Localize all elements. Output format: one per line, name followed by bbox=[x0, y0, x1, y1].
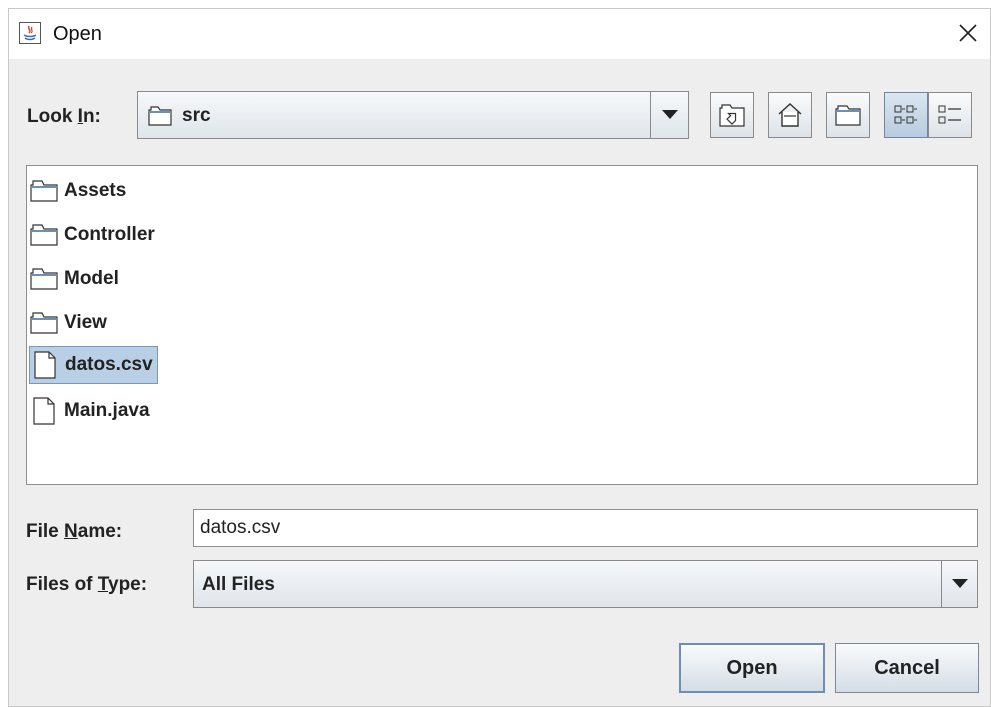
new-folder-button[interactable] bbox=[826, 92, 870, 138]
folder-icon bbox=[30, 268, 58, 290]
file-icon bbox=[33, 397, 55, 425]
look-in-combo[interactable]: src bbox=[137, 91, 689, 139]
file-type-dropdown-arrow[interactable] bbox=[941, 561, 977, 607]
file-name: View bbox=[64, 312, 107, 333]
close-icon bbox=[959, 24, 977, 42]
java-app-icon bbox=[19, 22, 41, 44]
open-dialog: Open Look In: src Assets Controller Mode… bbox=[8, 8, 991, 707]
list-view-icon bbox=[894, 105, 917, 124]
window-title: Open bbox=[53, 23, 102, 45]
file-name: Controller bbox=[64, 224, 155, 245]
look-in-dropdown-arrow[interactable] bbox=[650, 92, 688, 138]
list-item-folder[interactable]: Assets bbox=[29, 172, 130, 210]
list-item-folder[interactable]: Controller bbox=[29, 216, 159, 254]
look-in-label: Look In: bbox=[27, 106, 101, 127]
file-type-combo[interactable]: All Files bbox=[193, 560, 978, 608]
look-in-value: src bbox=[182, 105, 211, 126]
up-one-level-icon bbox=[719, 104, 745, 127]
home-icon bbox=[778, 103, 802, 127]
chevron-down-icon bbox=[661, 110, 678, 119]
new-folder-icon bbox=[835, 105, 861, 126]
file-name: Main.java bbox=[64, 400, 150, 421]
folder-icon bbox=[30, 224, 58, 246]
file-type-label: Files of Type: bbox=[26, 574, 148, 595]
list-item-folder[interactable]: Model bbox=[29, 260, 123, 298]
folder-icon bbox=[148, 106, 172, 126]
file-name: Model bbox=[64, 268, 119, 289]
file-name: datos.csv bbox=[65, 354, 153, 375]
file-list[interactable]: Assets Controller Model View datos.csv M… bbox=[26, 165, 978, 485]
list-item-file-selected[interactable]: datos.csv bbox=[29, 346, 158, 384]
list-view-button[interactable] bbox=[884, 92, 928, 138]
title-bar: Open bbox=[9, 9, 990, 59]
home-button[interactable] bbox=[768, 92, 812, 138]
details-view-icon bbox=[938, 105, 961, 124]
folder-icon bbox=[30, 312, 58, 334]
file-name-input[interactable] bbox=[193, 509, 978, 547]
cancel-button[interactable]: Cancel bbox=[835, 643, 979, 693]
file-icon bbox=[34, 351, 56, 379]
details-view-button[interactable] bbox=[928, 92, 972, 138]
open-button[interactable]: Open bbox=[679, 643, 825, 693]
file-name: Assets bbox=[64, 180, 127, 201]
file-name-label: File Name: bbox=[26, 521, 123, 542]
up-one-level-button[interactable] bbox=[710, 92, 754, 138]
folder-icon bbox=[30, 180, 58, 202]
close-button[interactable] bbox=[950, 15, 986, 51]
list-item-folder[interactable]: View bbox=[29, 304, 111, 342]
chevron-down-icon bbox=[951, 579, 968, 588]
file-type-value: All Files bbox=[202, 574, 275, 595]
list-item-file[interactable]: Main.java bbox=[29, 392, 154, 430]
